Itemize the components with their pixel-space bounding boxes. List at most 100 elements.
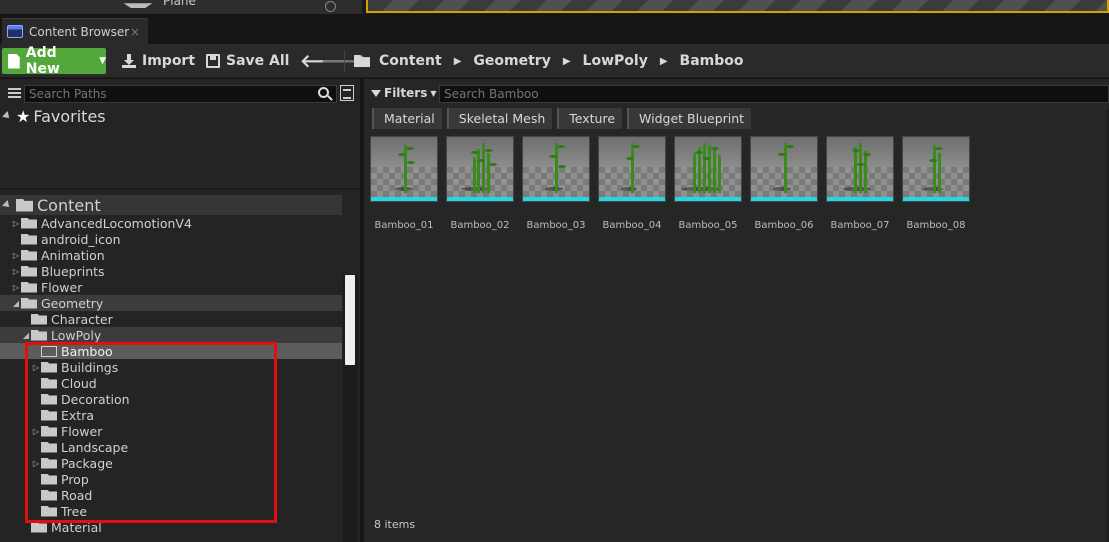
tree-item-label: Flower	[41, 279, 83, 295]
breadcrumb-bamboo[interactable]: Bamboo	[680, 53, 744, 69]
expand-arrow-icon[interactable]	[2, 111, 12, 121]
tree-item-flower[interactable]: ▷ Flower	[0, 279, 342, 295]
save-all-button[interactable]: Save All	[206, 48, 289, 74]
asset-tile[interactable]: Bamboo_03	[522, 136, 590, 231]
import-button[interactable]: Import	[122, 48, 195, 74]
favorites-header[interactable]: ★ Favorites	[0, 106, 360, 126]
asset-label: Bamboo_05	[678, 220, 738, 231]
toolbar-divider	[344, 50, 345, 72]
breadcrumb-lowpoly[interactable]: LowPoly	[583, 53, 648, 69]
search-icon[interactable]	[318, 87, 329, 98]
filter-icon	[371, 89, 381, 97]
previous-panel-remnant: Plane	[0, 0, 362, 14]
tree-item-android-icon[interactable]: android_icon	[0, 231, 342, 247]
tree-item-cloud[interactable]: Cloud	[0, 375, 342, 391]
expand-arrow-icon[interactable]: ▷	[11, 219, 21, 228]
asset-tile[interactable]: Bamboo_04	[598, 136, 666, 231]
sources-toggle-icon[interactable]	[3, 86, 21, 102]
bamboo-thumbnail	[750, 136, 818, 202]
folder-icon	[41, 425, 57, 437]
tree-item-bamboo[interactable]: Bamboo	[0, 343, 342, 359]
chevron-down-icon: ▼	[430, 88, 437, 98]
tree-item-tree[interactable]: Tree	[0, 503, 342, 519]
expand-arrow-icon[interactable]: ▷	[31, 427, 41, 436]
tree-item-package[interactable]: ▷ Package	[0, 455, 342, 471]
bamboo-thumbnail	[598, 136, 666, 202]
tree-item-blueprints[interactable]: ▷ Blueprints	[0, 263, 342, 279]
help-icon[interactable]	[325, 1, 336, 12]
content-browser-icon	[7, 25, 23, 38]
asset-label: Bamboo_08	[906, 220, 966, 231]
tree-item-lowpoly[interactable]: ◢ LowPoly	[0, 327, 342, 343]
import-icon	[122, 54, 136, 68]
search-paths-input[interactable]	[24, 85, 337, 103]
chevron-down-icon: ▼	[99, 56, 106, 66]
tree-item-content[interactable]: Content	[0, 195, 342, 215]
expand-arrow-icon[interactable]: ▷	[31, 363, 41, 372]
filter-chip-skeletal-mesh[interactable]: Skeletal Mesh	[446, 108, 553, 129]
asset-tile[interactable]: Bamboo_01	[370, 136, 438, 231]
tree-item-advancedlocomotionv4[interactable]: ▷ AdvancedLocomotionV4	[0, 215, 342, 231]
asset-tile[interactable]: Bamboo_07	[826, 136, 894, 231]
folder-icon	[21, 233, 37, 245]
toolbar: Add New ▼ Import Save All 🡐 🡒 Content ▶ …	[0, 44, 1109, 78]
folder-open-icon	[41, 345, 57, 357]
asset-tile[interactable]: Bamboo_02	[446, 136, 514, 231]
tree-item-label: Flower	[61, 423, 103, 439]
filter-chip-material[interactable]: Material	[372, 108, 442, 129]
folder-icon	[31, 329, 47, 341]
breadcrumb-separator-icon[interactable]: ▶	[660, 56, 668, 67]
asset-tile[interactable]: Bamboo_08	[902, 136, 970, 231]
folder-icon	[41, 377, 57, 389]
tree-item-label: Buildings	[61, 359, 119, 375]
add-new-button[interactable]: Add New ▼	[2, 45, 106, 77]
tree-item-buildings[interactable]: ▷ Buildings	[0, 359, 342, 375]
view-options-icon[interactable]	[340, 85, 354, 101]
asset-label: Bamboo_06	[754, 220, 814, 231]
asset-tile[interactable]: Bamboo_06	[750, 136, 818, 231]
tree-item-label: Bamboo	[61, 343, 113, 359]
breadcrumb-geometry[interactable]: Geometry	[473, 53, 550, 69]
tree-item-extra[interactable]: Extra	[0, 407, 342, 423]
expand-arrow-icon[interactable]	[2, 200, 12, 210]
breadcrumb-separator-icon[interactable]: ▶	[563, 56, 571, 67]
import-label: Import	[142, 53, 196, 69]
item-count: 8 items	[374, 518, 416, 531]
filter-chip-widget-blueprint[interactable]: Widget Blueprint	[627, 108, 752, 129]
asset-tile[interactable]: Bamboo_05	[674, 136, 742, 231]
bamboo-thumbnail	[826, 136, 894, 202]
tree-item-label: Extra	[61, 407, 94, 423]
expand-arrow-icon[interactable]: ▷	[11, 283, 21, 292]
asset-label: Bamboo_04	[602, 220, 662, 231]
tree-item-label: android_icon	[41, 231, 121, 247]
expand-arrow-icon[interactable]: ▷	[11, 267, 21, 276]
breadcrumb-separator-icon[interactable]: ▶	[454, 56, 462, 67]
tree-item-road[interactable]: Road	[0, 487, 342, 503]
filters-label: Filters	[384, 86, 428, 100]
expand-arrow-icon[interactable]: ▷	[31, 459, 41, 468]
filters-button[interactable]: Filters ▼	[371, 86, 437, 100]
filter-chip-texture[interactable]: Texture	[557, 108, 623, 129]
bamboo-thumbnail	[370, 136, 438, 202]
tab-content-browser[interactable]: Content Browser ×	[2, 18, 148, 44]
tree-item-label: Prop	[61, 471, 89, 487]
tree-item-geometry[interactable]: ◢ Geometry	[0, 295, 342, 311]
tree-item-animation[interactable]: ▷ Animation	[0, 247, 342, 263]
folder-icon	[41, 361, 57, 373]
tree-item-label: Character	[51, 311, 113, 327]
tree-item-character[interactable]: Character	[0, 311, 342, 327]
search-assets-input[interactable]	[439, 85, 1109, 103]
tree-item-material[interactable]: Material	[0, 519, 342, 535]
collapse-arrow-icon[interactable]: ◢	[11, 299, 21, 308]
bamboo-thumbnail	[674, 136, 742, 202]
asset-label: Bamboo_07	[830, 220, 890, 231]
close-icon[interactable]: ×	[130, 25, 140, 39]
collapse-arrow-icon[interactable]: ◢	[21, 331, 31, 340]
tree-item-decoration[interactable]: Decoration	[0, 391, 342, 407]
expand-arrow-icon[interactable]: ▷	[11, 251, 21, 260]
tree-item-prop[interactable]: Prop	[0, 471, 342, 487]
tree-item-landscape[interactable]: Landscape	[0, 439, 342, 455]
tree-scrollbar-thumb[interactable]	[345, 275, 355, 365]
tree-item-flower-lowpoly[interactable]: ▷ Flower	[0, 423, 342, 439]
breadcrumb-content[interactable]: Content	[379, 53, 442, 69]
